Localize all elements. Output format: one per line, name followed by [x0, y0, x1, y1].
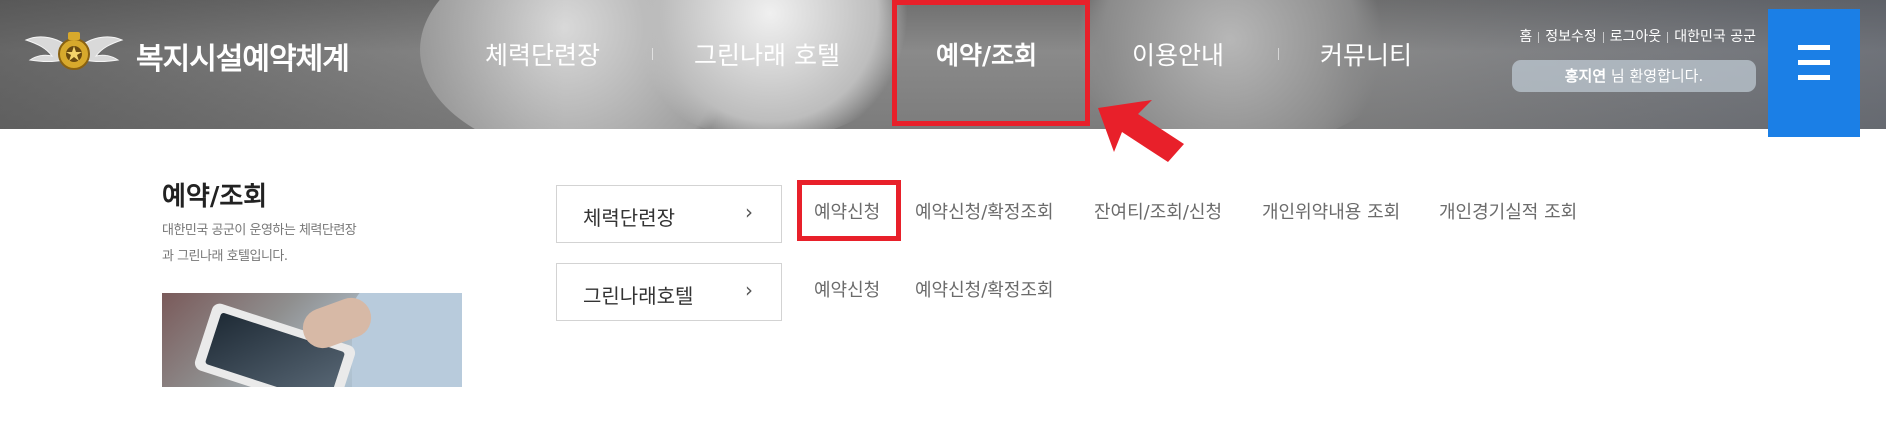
section-title: 예약/조회	[162, 182, 268, 212]
hotel-link-reserve[interactable]: 예약신청	[814, 276, 880, 302]
util-edit-profile-link[interactable]: 정보수정	[1545, 29, 1597, 45]
all-menu-button[interactable]	[1768, 9, 1860, 137]
util-logout-link[interactable]: 로그아웃	[1610, 29, 1662, 45]
welcome-badge: 홍지연 님 환영합니다.	[1512, 60, 1756, 92]
site-title[interactable]: 복지시설예약체계	[136, 34, 350, 78]
gnb-item-fitness[interactable]: 체력단련장	[485, 36, 600, 72]
hamburger-bar	[1798, 45, 1830, 50]
util-divider	[1538, 31, 1540, 43]
fitness-link-reserve-confirm[interactable]: 예약신청/확정조회	[915, 198, 1054, 224]
gnb-item-guide[interactable]: 이용안내	[1132, 36, 1224, 72]
category-hotel-button[interactable]: 그린나래호텔 ›	[556, 263, 782, 321]
pointer-arrow-icon	[1098, 100, 1184, 162]
section-description-line: 대한민국 공군이 운영하는 체력단련장	[162, 223, 357, 238]
util-rokaf-link[interactable]: 대한민국 공군	[1674, 29, 1756, 45]
hotel-link-reserve-confirm[interactable]: 예약신청/확정조회	[915, 276, 1054, 302]
chevron-right-icon: ›	[745, 278, 753, 302]
gnb-divider	[652, 48, 653, 60]
highlight-box-reserve-link	[797, 180, 901, 241]
util-home-link[interactable]: 홈	[1519, 29, 1532, 45]
user-name: 홍지연	[1564, 67, 1607, 85]
highlight-box-reservation-menu	[892, 0, 1090, 126]
fitness-link-records[interactable]: 개인경기실적 조회	[1439, 198, 1577, 224]
fitness-link-remaining-tee[interactable]: 잔여티/조회/신청	[1094, 198, 1222, 224]
section-description-line: 과 그린나래 호텔입니다.	[162, 249, 288, 264]
util-divider	[1602, 31, 1604, 43]
welcome-text: 님 환영합니다.	[1606, 67, 1704, 85]
gnb-divider	[1278, 48, 1279, 60]
fitness-link-penalty[interactable]: 개인위약내용 조회	[1262, 198, 1400, 224]
chevron-right-icon: ›	[745, 200, 753, 224]
hamburger-bar	[1798, 75, 1830, 80]
utility-links: 홈 정보수정 로그아웃 대한민국 공군	[1519, 26, 1756, 46]
hamburger-bar	[1798, 60, 1830, 65]
air-force-emblem-logo[interactable]	[24, 26, 124, 78]
section-description: 대한민국 공군이 운영하는 체력단련장 과 그린나래 호텔입니다.	[162, 218, 412, 270]
util-divider	[1667, 31, 1669, 43]
category-label: 그린나래호텔	[583, 284, 694, 308]
category-fitness-button[interactable]: 체력단련장 ›	[556, 185, 782, 243]
section-image	[162, 293, 462, 387]
gnb-item-hotel[interactable]: 그린나래 호텔	[694, 36, 840, 72]
gnb-item-community[interactable]: 커뮤니티	[1320, 36, 1412, 72]
category-label: 체력단련장	[583, 206, 675, 230]
